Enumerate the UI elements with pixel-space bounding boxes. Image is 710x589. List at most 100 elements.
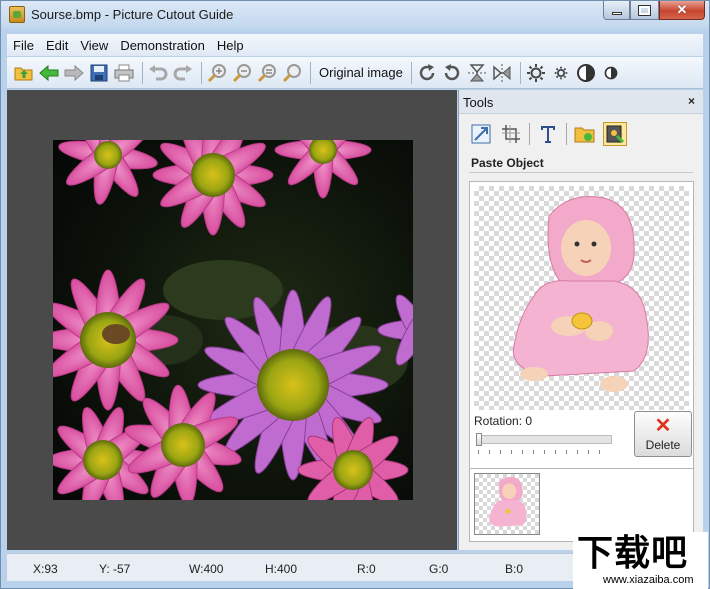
tools-separator [566, 123, 567, 145]
toolbar-separator [201, 61, 202, 84]
zoom-icon [282, 63, 301, 82]
minimize-button[interactable] [603, 1, 630, 20]
rotation-slider-thumb[interactable] [476, 433, 482, 446]
tools-title: Tools [463, 95, 494, 110]
delete-button[interactable]: ✕ Delete [634, 411, 692, 457]
app-window: Sourse.bmp - Picture Cutout Guide ✕ File… [0, 0, 710, 589]
baby-thumbnail-image [489, 476, 527, 527]
watermark-url: www.xiazaiba.com [603, 574, 694, 586]
object-thumbnail[interactable] [474, 473, 540, 535]
zoom-fit-button[interactable] [256, 62, 278, 84]
maximize-button[interactable] [630, 1, 659, 20]
object-thumbnail-list [469, 468, 694, 542]
print-button[interactable] [113, 62, 135, 84]
flower-photo [53, 140, 413, 500]
toolbar: Original image [7, 57, 703, 89]
baby-cutout-image [512, 195, 649, 392]
zoom-in-icon [207, 63, 226, 82]
transparent-background [474, 186, 689, 410]
window-title: Sourse.bmp - Picture Cutout Guide [31, 7, 234, 22]
tools-separator [529, 123, 530, 145]
resize-icon [471, 124, 491, 144]
open-button[interactable] [13, 62, 35, 84]
printer-icon [114, 64, 134, 81]
text-icon [541, 126, 555, 143]
zoom-in-button[interactable] [206, 62, 228, 84]
rotate-counterclockwise-icon [444, 63, 460, 80]
flower-image [53, 140, 413, 500]
tool-text[interactable] [536, 122, 560, 146]
delete-label: Delete [645, 438, 681, 452]
flip-vertical-icon [467, 63, 486, 81]
tools-tabs [469, 122, 633, 146]
flip-horizontal-icon [493, 63, 511, 82]
close-button[interactable]: ✕ [659, 1, 705, 20]
contrast-up-button[interactable] [575, 62, 597, 84]
zoom-actual-button[interactable] [281, 62, 303, 84]
save-icon [90, 64, 108, 81]
rotate-clockwise-icon [419, 63, 435, 80]
tool-crop[interactable] [499, 122, 523, 146]
menu-file[interactable]: File [7, 38, 40, 53]
flip-vertical-button[interactable] [466, 62, 488, 84]
tools-close-button[interactable]: × [688, 94, 695, 108]
tool-paste-object[interactable] [603, 122, 627, 146]
paste-object-heading: Paste Object [471, 156, 544, 170]
brightness-up-button[interactable] [525, 62, 547, 84]
window-controls: ✕ [603, 1, 705, 20]
menu-view[interactable]: View [74, 38, 114, 53]
tools-header: Tools × [459, 90, 703, 114]
rotation-slider-ticks [478, 450, 610, 454]
rotate-ccw-button[interactable] [441, 62, 463, 84]
tool-open-object[interactable] [573, 122, 597, 146]
brightness-high-icon [526, 63, 545, 82]
original-image-button[interactable]: Original image [315, 65, 407, 80]
app-icon [9, 6, 25, 23]
menu-edit[interactable]: Edit [40, 38, 74, 53]
toolbar-separator [519, 61, 521, 84]
arrow-left-icon [39, 64, 59, 81]
redo-icon [173, 64, 192, 80]
status-x: X:93 [33, 562, 58, 576]
menu-bar: File Edit View Demonstration Help [7, 34, 703, 56]
arrow-right-icon [64, 64, 84, 81]
zoom-fit-icon [257, 63, 276, 82]
rotate-cw-button[interactable] [416, 62, 438, 84]
status-blue: B:0 [505, 562, 524, 576]
minimize-icon [611, 11, 622, 15]
redo-button[interactable] [172, 62, 194, 84]
contrast-down-button[interactable] [600, 62, 622, 84]
flip-horizontal-button[interactable] [491, 62, 513, 84]
brightness-low-icon [554, 66, 568, 79]
rotation-label: Rotation: 0 [474, 414, 533, 428]
status-red: R:0 [357, 562, 376, 576]
toolbar-separator [410, 61, 412, 84]
menu-demonstration[interactable]: Demonstration [114, 38, 211, 53]
back-button[interactable] [38, 62, 60, 84]
watermark-text: 下载吧 [577, 533, 689, 574]
save-button[interactable] [88, 62, 110, 84]
contrast-low-icon [604, 66, 618, 79]
tools-panel: Tools × Paste Object Rotation: 0 ✕ Delet… [458, 90, 703, 550]
object-preview[interactable]: Rotation: 0 ✕ Delete [469, 181, 694, 493]
status-width: W:400 [189, 562, 224, 576]
folder-image-icon [574, 127, 595, 143]
crop-icon [502, 125, 520, 143]
undo-button[interactable] [147, 62, 169, 84]
paste-object-icon [606, 125, 625, 144]
site-watermark-logo: 下载吧 www.xiazaiba.com [573, 532, 708, 589]
tool-resize[interactable] [469, 122, 493, 146]
title-bar[interactable]: Sourse.bmp - Picture Cutout Guide ✕ [1, 1, 709, 29]
open-folder-icon [14, 67, 33, 80]
menu-help[interactable]: Help [211, 38, 250, 53]
zoom-out-button[interactable] [231, 62, 253, 84]
toolbar-separator [142, 61, 143, 84]
rotation-slider-track[interactable] [476, 435, 612, 444]
toolbar-separator [310, 61, 311, 84]
contrast-icon [576, 63, 595, 82]
image-canvas[interactable] [7, 90, 457, 550]
forward-button[interactable] [63, 62, 85, 84]
undo-icon [149, 64, 168, 80]
delete-x-icon: ✕ [654, 415, 672, 437]
brightness-down-button[interactable] [550, 62, 572, 84]
